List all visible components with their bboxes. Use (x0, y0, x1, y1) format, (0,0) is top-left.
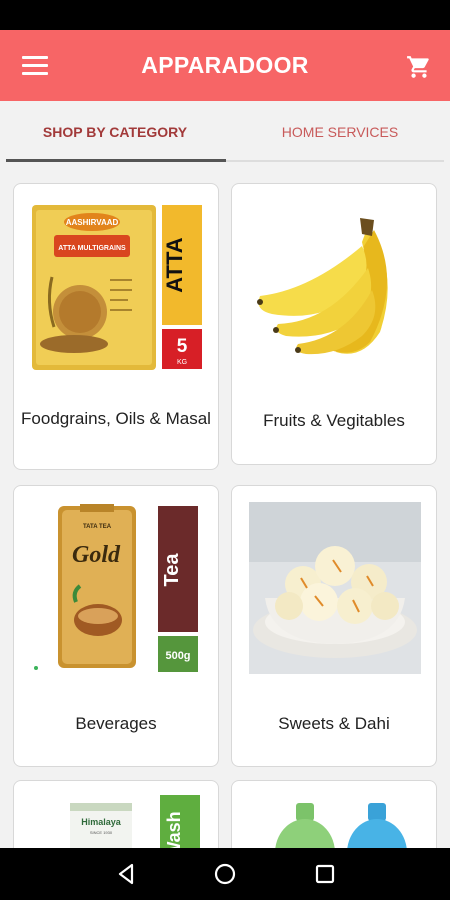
category-card-sweets[interactable]: Sweets & Dahi (231, 485, 437, 767)
banana-image (257, 218, 388, 355)
category-card-beverages[interactable]: TATA TEA Gold Tea 500g Beverages (13, 485, 219, 767)
app-title: APPARADOOR (141, 52, 309, 78)
active-tab-indicator (6, 159, 226, 162)
svg-text:SINCE 1930: SINCE 1930 (90, 830, 113, 835)
tab-shop-by-category[interactable]: SHOP BY CATEGORY (0, 101, 230, 163)
atta-pack-image: AASHIRVAAD ATTA MULTIGRAINS ATTA 5 KG (32, 205, 202, 370)
facewash-image: Himalaya SINCE 1930 Wash (70, 795, 200, 848)
svg-text:Gold: Gold (72, 542, 121, 568)
tea-pack-image: TATA TEA Gold Tea 500g (34, 504, 198, 672)
category-card-fruits[interactable]: Fruits & Vegitables (231, 183, 437, 465)
menu-icon[interactable] (22, 56, 48, 76)
tab-divider (226, 160, 444, 162)
back-icon[interactable] (112, 860, 140, 888)
svg-text:500g: 500g (165, 650, 190, 662)
svg-text:TATA TEA: TATA TEA (83, 524, 112, 530)
status-bar (0, 0, 450, 30)
svg-text:ATTA MULTIGRAINS: ATTA MULTIGRAINS (58, 245, 126, 252)
app-bar: APPARADOOR (0, 30, 450, 101)
category-label: Foodgrains, Oils & Masal (21, 409, 211, 428)
svg-text:ATTA: ATTA (162, 237, 187, 292)
recents-icon[interactable] (311, 860, 339, 888)
svg-text:Himalaya: Himalaya (81, 817, 122, 827)
svg-text:AASHIRVAAD: AASHIRVAAD (66, 218, 119, 227)
svg-text:Wash: Wash (164, 811, 184, 848)
sweets-image (249, 502, 421, 674)
svg-text:Tea: Tea (161, 553, 183, 587)
category-label: Fruits & Vegitables (263, 411, 405, 430)
category-grid: AASHIRVAAD ATTA MULTIGRAINS ATTA 5 KG Fo… (0, 163, 450, 848)
bottles-image (275, 803, 407, 848)
category-label: Beverages (75, 714, 157, 733)
svg-text:5: 5 (177, 336, 188, 357)
category-card-6[interactable] (231, 780, 437, 848)
tab-home-services[interactable]: HOME SERVICES (230, 101, 450, 163)
category-label: Sweets & Dahi (278, 714, 390, 733)
cart-icon[interactable] (406, 54, 432, 80)
category-card-5[interactable]: Himalaya SINCE 1930 Wash (13, 780, 219, 848)
category-card-foodgrains[interactable]: AASHIRVAAD ATTA MULTIGRAINS ATTA 5 KG Fo… (13, 183, 219, 470)
system-nav-bar (0, 848, 450, 900)
home-icon[interactable] (211, 860, 239, 888)
tab-bar: SHOP BY CATEGORY HOME SERVICES (0, 101, 450, 163)
svg-text:KG: KG (177, 359, 187, 366)
